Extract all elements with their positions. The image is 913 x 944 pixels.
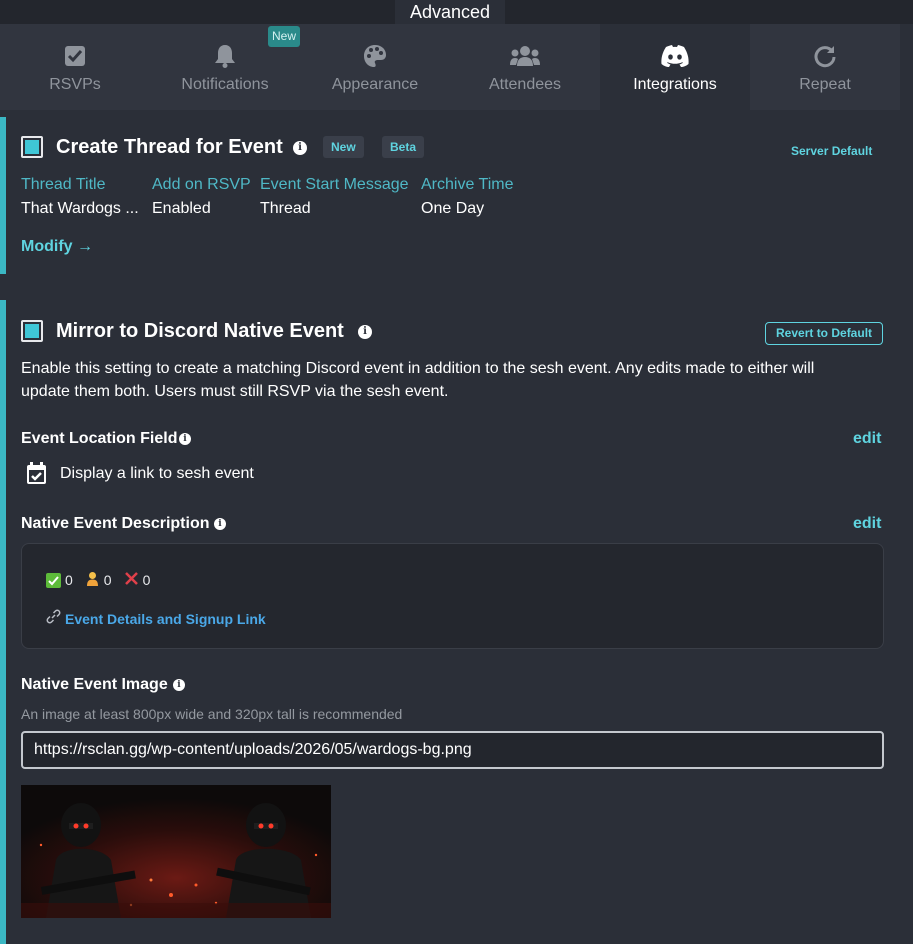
redo-icon (813, 42, 837, 70)
cross-emoji-icon (124, 571, 139, 589)
tab-rsvps[interactable]: RSVPs (0, 24, 150, 110)
description-preview-box: 0 0 0 Event Details and Signup Link (21, 543, 884, 649)
palette-icon (363, 42, 387, 70)
mirror-description: Enable this setting to create a matching… (21, 360, 815, 400)
image-url-input[interactable] (21, 731, 884, 769)
modify-link[interactable]: Modify → (21, 238, 93, 256)
native-description-label: Native Event Description (21, 515, 210, 532)
revert-to-default-button[interactable]: Revert to Default (765, 322, 884, 345)
going-count: 0 (65, 572, 73, 588)
native-image-label: Native Event Image (21, 676, 168, 693)
checkbox-icon (64, 42, 86, 70)
signup-link-text[interactable]: Event Details and Signup Link (65, 611, 266, 627)
info-icon[interactable]: i (179, 433, 191, 445)
mirror-section: Mirror to Discord Native Event i Revert … (0, 300, 900, 944)
tab-label: RSVPs (49, 76, 101, 93)
info-icon[interactable]: i (214, 518, 226, 530)
tabs-bar: RSVPs Notifications Appearance Attendees… (0, 24, 900, 110)
not-going-count: 0 (142, 572, 151, 588)
rsvp-counts: 0 0 0 (46, 571, 150, 589)
tab-attendees[interactable]: Attendees (450, 24, 600, 110)
discord-icon (661, 42, 689, 70)
event-start-message-label: Event Start Message (260, 176, 409, 193)
mirror-checkbox[interactable] (21, 320, 43, 342)
event-image-preview (21, 785, 331, 918)
description-edit-link[interactable]: edit (853, 515, 881, 533)
thread-title-label: Thread Title (21, 176, 106, 193)
check-emoji-icon (46, 572, 61, 588)
thread-section: Create Thread for Event i New Beta Serve… (0, 117, 900, 274)
image-hint: An image at least 800px wide and 320px t… (21, 706, 403, 722)
arrow-right-icon: → (77, 238, 93, 255)
beta-badge: Beta (382, 136, 425, 158)
accent-bar (0, 117, 6, 274)
location-value: Display a link to sesh event (60, 465, 254, 482)
tab-label: Repeat (799, 76, 851, 93)
accent-bar (0, 300, 6, 944)
tab-appearance[interactable]: Appearance (300, 24, 450, 110)
thread-checkbox[interactable] (21, 136, 43, 158)
archive-time-label: Archive Time (421, 176, 514, 193)
maybe-count: 0 (103, 572, 112, 588)
person-emoji-icon (85, 571, 100, 589)
link-icon (46, 609, 61, 629)
archive-time-value: One Day (421, 200, 485, 217)
thread-title: Create Thread for Event (56, 136, 283, 158)
mirror-title: Mirror to Discord Native Event (56, 320, 344, 342)
new-badge: New (323, 136, 364, 158)
tab-integrations[interactable]: Integrations (600, 24, 750, 110)
bell-icon (214, 42, 236, 70)
location-edit-link[interactable]: edit (853, 430, 881, 448)
add-on-rsvp-value: Enabled (152, 200, 211, 217)
scroll-gutter (900, 24, 913, 944)
thread-title-value: That Wardogs ... (21, 200, 139, 217)
tab-label: Integrations (633, 76, 717, 93)
event-start-message-value: Thread (260, 200, 311, 217)
calendar-check-icon (26, 462, 47, 490)
tab-label: Notifications (181, 76, 269, 93)
tab-label: Attendees (488, 76, 562, 93)
advanced-tab[interactable]: Advanced (395, 0, 505, 24)
users-icon (510, 42, 540, 70)
modify-label: Modify (21, 238, 73, 255)
info-icon[interactable]: i (173, 679, 185, 691)
tab-label: Appearance (331, 76, 419, 93)
new-badge: New (268, 26, 300, 47)
info-icon[interactable]: i (293, 141, 307, 155)
tab-repeat[interactable]: Repeat (750, 24, 900, 110)
signup-link[interactable]: Event Details and Signup Link (46, 609, 266, 629)
server-default-link[interactable]: Server Default (791, 144, 872, 158)
info-icon[interactable]: i (358, 325, 372, 339)
add-on-rsvp-label: Add on RSVP (152, 176, 251, 193)
event-location-label: Event Location Field (21, 430, 178, 447)
